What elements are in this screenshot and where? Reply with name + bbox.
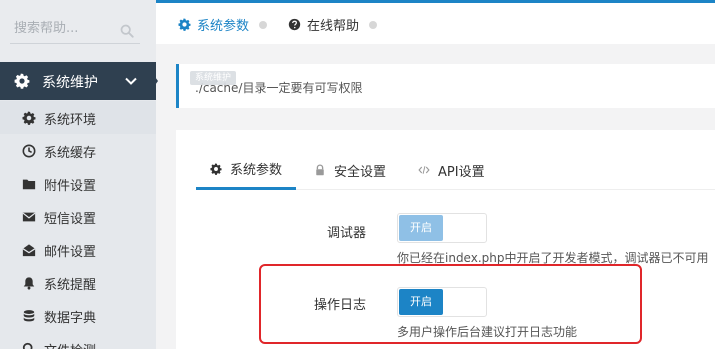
tab-label: 系统参数: [230, 163, 283, 178]
gear-icon: [22, 111, 36, 125]
active-pointer: [150, 70, 158, 92]
tab-label: 在线帮助: [307, 19, 360, 34]
sidebar-item-dictionary[interactable]: 数据字典: [0, 299, 156, 332]
sidebar-item-reminder[interactable]: 系统提醒: [0, 266, 156, 299]
sidebar-item-label: 系统环境: [44, 113, 97, 128]
chevron-down-icon: [125, 77, 137, 85]
envelope-icon: [22, 212, 36, 222]
tab-label: 系统参数: [197, 19, 250, 34]
code-icon: [418, 166, 430, 174]
question-icon: [288, 18, 301, 31]
panel-tabs: 系统参数 安全设置 API设置: [196, 150, 715, 190]
highlight-box: [259, 264, 642, 344]
sidebar-item-label: 附件设置: [44, 179, 97, 194]
sidebar-item-system-maintenance[interactable]: 系统维护: [0, 62, 158, 100]
sidebar-item-system-cache[interactable]: 系统缓存: [0, 134, 156, 167]
bell-icon: [23, 277, 35, 290]
tab-security[interactable]: 安全设置: [314, 150, 386, 190]
tab-label: API设置: [438, 164, 485, 180]
sidebar-item-label: 数据字典: [44, 311, 97, 326]
sidebar-item-label: 系统提醒: [44, 278, 97, 293]
menu-tooltip: 系统维护: [190, 71, 237, 85]
tab-system-params-panel[interactable]: 系统参数: [196, 150, 297, 190]
gear-icon: [14, 73, 30, 89]
sidebar-search: [0, 0, 156, 62]
toggle-label: 开启: [399, 215, 443, 241]
sidebar-item-label: 短信设置: [44, 212, 97, 227]
tab-online-help[interactable]: 在线帮助: [288, 15, 378, 34]
sub-menu: 系统环境 系统缓存 附件设置 短信设置 邮件设置 系统提醒 数据字典: [0, 101, 156, 349]
sidebar-item-mail[interactable]: 邮件设置: [0, 233, 156, 266]
tab-indicator: [156, 0, 236, 3]
search-icon: [22, 342, 33, 349]
gear-icon: [178, 18, 191, 31]
top-accent-line: [252, 0, 715, 3]
tab-close-dot[interactable]: [369, 20, 378, 29]
sidebar-item-file-check[interactable]: 文件检测: [0, 332, 156, 349]
sidebar-item-label: 系统维护: [42, 75, 98, 91]
notice-box: ./cache/目录一定要有可写权限: [176, 64, 715, 108]
folder-icon: [22, 179, 36, 190]
top-tab-bar: 系统参数 在线帮助: [156, 0, 715, 44]
sidebar-item-system-env[interactable]: 系统环境: [0, 101, 156, 134]
sidebar-item-label: 系统缓存: [44, 146, 97, 161]
sidebar-item-attachment[interactable]: 附件设置: [0, 167, 156, 200]
debugger-toggle[interactable]: 开启: [397, 213, 487, 243]
database-icon: [23, 310, 35, 322]
envelope-open-icon: [22, 244, 36, 257]
lock-icon: [316, 164, 324, 176]
clock-icon: [22, 144, 36, 158]
gear-icon: [210, 162, 222, 175]
tab-close-dot[interactable]: [259, 20, 268, 29]
debugger-label: 调试器: [326, 226, 366, 241]
tab-system-params[interactable]: 系统参数: [178, 15, 268, 34]
tab-label: 安全设置: [334, 164, 387, 180]
sidebar-item-sms[interactable]: 短信设置: [0, 200, 156, 233]
search-icon[interactable]: [120, 24, 134, 38]
sidebar-item-label: 邮件设置: [44, 245, 97, 260]
tab-api[interactable]: API设置: [418, 150, 485, 190]
sidebar: 系统维护 系统环境 系统缓存 附件设置: [0, 0, 158, 349]
sidebar-item-label: 文件检测: [44, 340, 96, 349]
